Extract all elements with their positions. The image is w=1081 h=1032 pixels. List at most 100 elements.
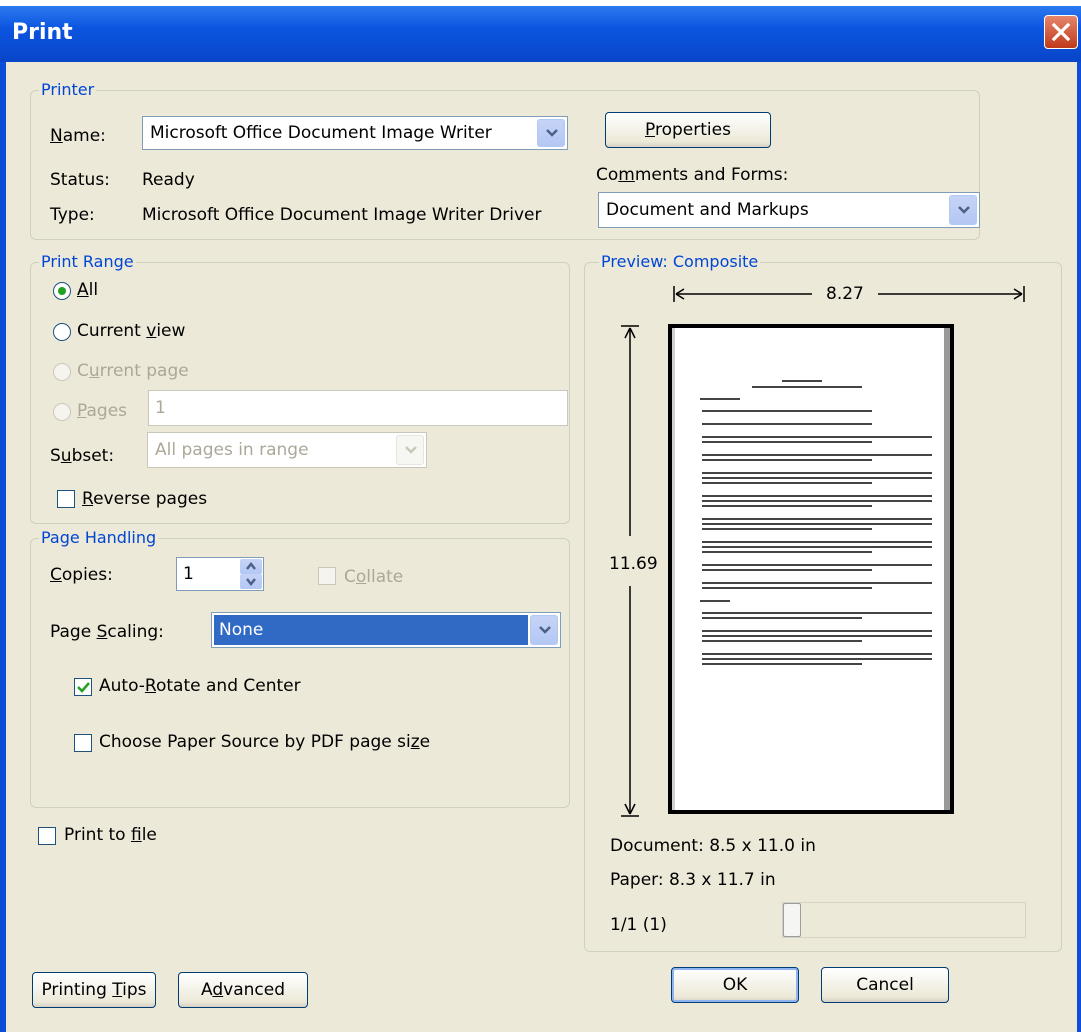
page-text-line xyxy=(702,482,872,484)
printer-name-label: Name: xyxy=(50,126,106,146)
page-preview xyxy=(668,324,954,814)
page-handling-label: Page Handling xyxy=(39,528,159,547)
print-range-label: Print Range xyxy=(39,252,136,271)
page-counter: 1/1 (1) xyxy=(610,915,667,935)
printer-status-value: Ready xyxy=(142,170,195,190)
page-text-line xyxy=(702,523,932,525)
spin-up-icon[interactable] xyxy=(240,559,262,574)
copies-value: 1 xyxy=(183,564,194,584)
range-current-view-label[interactable]: Current view xyxy=(77,321,185,341)
page-text-line xyxy=(702,653,932,655)
paper-size: Paper: 8.3 x 11.7 in xyxy=(610,870,776,890)
printer-name-value: Microsoft Office Document Image Writer xyxy=(150,123,492,143)
page-text-line xyxy=(702,495,932,497)
page-text-line xyxy=(702,528,872,530)
comments-forms-label: Comments and Forms: xyxy=(596,165,789,185)
range-current-page-radio[interactable] xyxy=(53,363,71,381)
page-text-line xyxy=(702,663,862,665)
subset-select[interactable]: All pages in range xyxy=(147,432,427,468)
collate-label[interactable]: Collate xyxy=(344,567,403,587)
page-text-line xyxy=(702,441,872,443)
page-text-line xyxy=(752,386,862,388)
page-text-line xyxy=(702,546,932,548)
dialog-title: Print xyxy=(12,20,73,45)
print-to-file-checkbox[interactable] xyxy=(38,827,56,845)
page-text-line xyxy=(702,500,932,502)
range-current-view-radio[interactable] xyxy=(53,323,71,341)
dropdown-arrow-icon[interactable] xyxy=(396,435,424,465)
printer-status-label: Status: xyxy=(50,170,110,190)
spin-down-icon[interactable] xyxy=(240,574,262,589)
subset-value: All pages in range xyxy=(155,440,309,460)
range-all-label[interactable]: All xyxy=(77,280,98,300)
preview-height-value: 11.69 xyxy=(609,554,658,574)
reverse-pages-checkbox[interactable] xyxy=(57,490,75,508)
page-text-line xyxy=(702,564,932,566)
page-text-line xyxy=(700,600,730,602)
close-icon xyxy=(1051,22,1071,42)
advanced-button[interactable]: Advanced xyxy=(178,972,308,1008)
print-dialog: Print Printer Name: Microsoft Office Doc… xyxy=(0,6,1081,1032)
page-text-line xyxy=(702,505,872,507)
auto-rotate-checkbox[interactable] xyxy=(74,678,92,696)
page-text-line xyxy=(702,477,932,479)
page-text-line xyxy=(702,518,932,520)
properties-button[interactable]: Properties xyxy=(605,112,771,148)
page-text-line xyxy=(702,587,872,589)
page-text-line xyxy=(702,635,932,637)
printer-group-label: Printer xyxy=(39,80,97,99)
dropdown-arrow-icon[interactable] xyxy=(537,119,565,147)
range-pages-label[interactable]: Pages xyxy=(77,401,127,421)
printer-name-select[interactable]: Microsoft Office Document Image Writer xyxy=(142,116,568,150)
print-to-file-label[interactable]: Print to file xyxy=(64,825,157,845)
range-all-radio[interactable] xyxy=(53,282,71,300)
printer-type-value: Microsoft Office Document Image Writer D… xyxy=(142,205,542,225)
page-text-line xyxy=(702,541,932,543)
page-text-line xyxy=(702,582,932,584)
checkmark-icon xyxy=(77,682,90,693)
page-text-line xyxy=(702,630,932,632)
page-text-line xyxy=(702,410,872,412)
pages-input[interactable]: 1 xyxy=(148,390,568,426)
page-text-line xyxy=(702,454,932,456)
page-text-line xyxy=(702,459,872,461)
dropdown-arrow-icon[interactable] xyxy=(530,615,558,645)
ok-button[interactable]: OK xyxy=(671,967,799,1003)
page-text-line xyxy=(702,423,872,425)
comments-forms-select[interactable]: Document and Markups xyxy=(598,192,980,228)
copies-label: Copies: xyxy=(50,565,113,585)
page-scaling-select[interactable]: None xyxy=(211,612,561,648)
dialog-body: Printer Name: Microsoft Office Document … xyxy=(6,62,1077,1032)
page-text-line xyxy=(702,472,932,474)
paper-source-label[interactable]: Choose Paper Source by PDF page size xyxy=(99,732,430,752)
auto-rotate-label[interactable]: Auto-Rotate and Center xyxy=(99,676,301,696)
dropdown-arrow-icon[interactable] xyxy=(949,195,977,225)
page-text-line xyxy=(702,617,862,619)
cancel-button[interactable]: Cancel xyxy=(821,967,949,1003)
comments-forms-value: Document and Markups xyxy=(606,200,809,220)
page-text-line xyxy=(702,640,862,642)
title-bar[interactable]: Print xyxy=(0,6,1081,62)
copies-input[interactable]: 1 xyxy=(176,557,264,591)
reverse-pages-label[interactable]: Reverse pages xyxy=(82,489,207,509)
page-text-line xyxy=(782,380,822,382)
paper-source-checkbox[interactable] xyxy=(74,734,92,752)
page-text-line xyxy=(702,612,932,614)
close-button[interactable] xyxy=(1044,15,1078,49)
page-scaling-value: None xyxy=(219,620,264,640)
page-text-line xyxy=(702,569,872,571)
range-pages-radio[interactable] xyxy=(53,403,71,421)
copies-spinner[interactable] xyxy=(240,559,262,589)
page-text-line xyxy=(700,398,740,400)
page-slider[interactable] xyxy=(782,902,1026,938)
preview-width-value: 8.27 xyxy=(826,284,864,304)
range-current-page-label[interactable]: Current page xyxy=(77,361,189,381)
printing-tips-button[interactable]: Printing Tips xyxy=(32,972,156,1008)
page-slider-thumb[interactable] xyxy=(783,903,801,937)
page-text-line xyxy=(702,436,932,438)
collate-checkbox[interactable] xyxy=(318,567,336,585)
page-text-line xyxy=(702,551,872,553)
preview-label: Preview: Composite xyxy=(599,252,761,271)
page-scaling-label: Page Scaling: xyxy=(50,622,164,642)
page-text-line xyxy=(702,658,932,660)
